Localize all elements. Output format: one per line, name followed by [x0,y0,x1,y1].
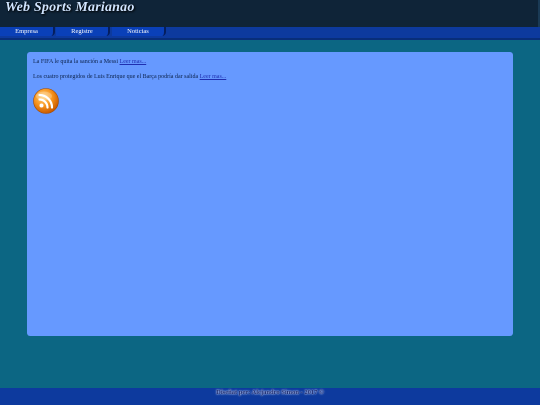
site-title: Web Sports Marianao [5,0,135,15]
nav-item-noticias[interactable]: Noticias [112,27,166,36]
news-item: Los cuatro protegidos de Luis Enrique qu… [33,73,226,81]
news-headline: Los cuatro protegidos de Luis Enrique qu… [33,74,199,80]
news-headline: La FIFA le quita la sanción a Messi [33,59,119,65]
news-item: La FIFA le quita la sanción a Messi Leer… [33,58,146,66]
nav-item-empresa[interactable]: Empresa [0,27,55,36]
rss-icon[interactable] [33,88,59,114]
site-header: Web Sports Marianao [0,0,540,27]
news-panel: La FIFA le quita la sanción a Messi Leer… [27,52,513,336]
main-nav: Empresa Registre Noticias [0,27,540,40]
read-more-link[interactable]: Leer mas... [200,74,227,80]
nav-item-registre[interactable]: Registre [56,27,110,36]
site-footer: Diseñat per: Alejandro Simon - 2017 © [0,388,540,405]
footer-credit: Diseñat per: Alejandro Simon - 2017 © [216,389,324,396]
read-more-link[interactable]: Leer mas... [120,59,147,65]
